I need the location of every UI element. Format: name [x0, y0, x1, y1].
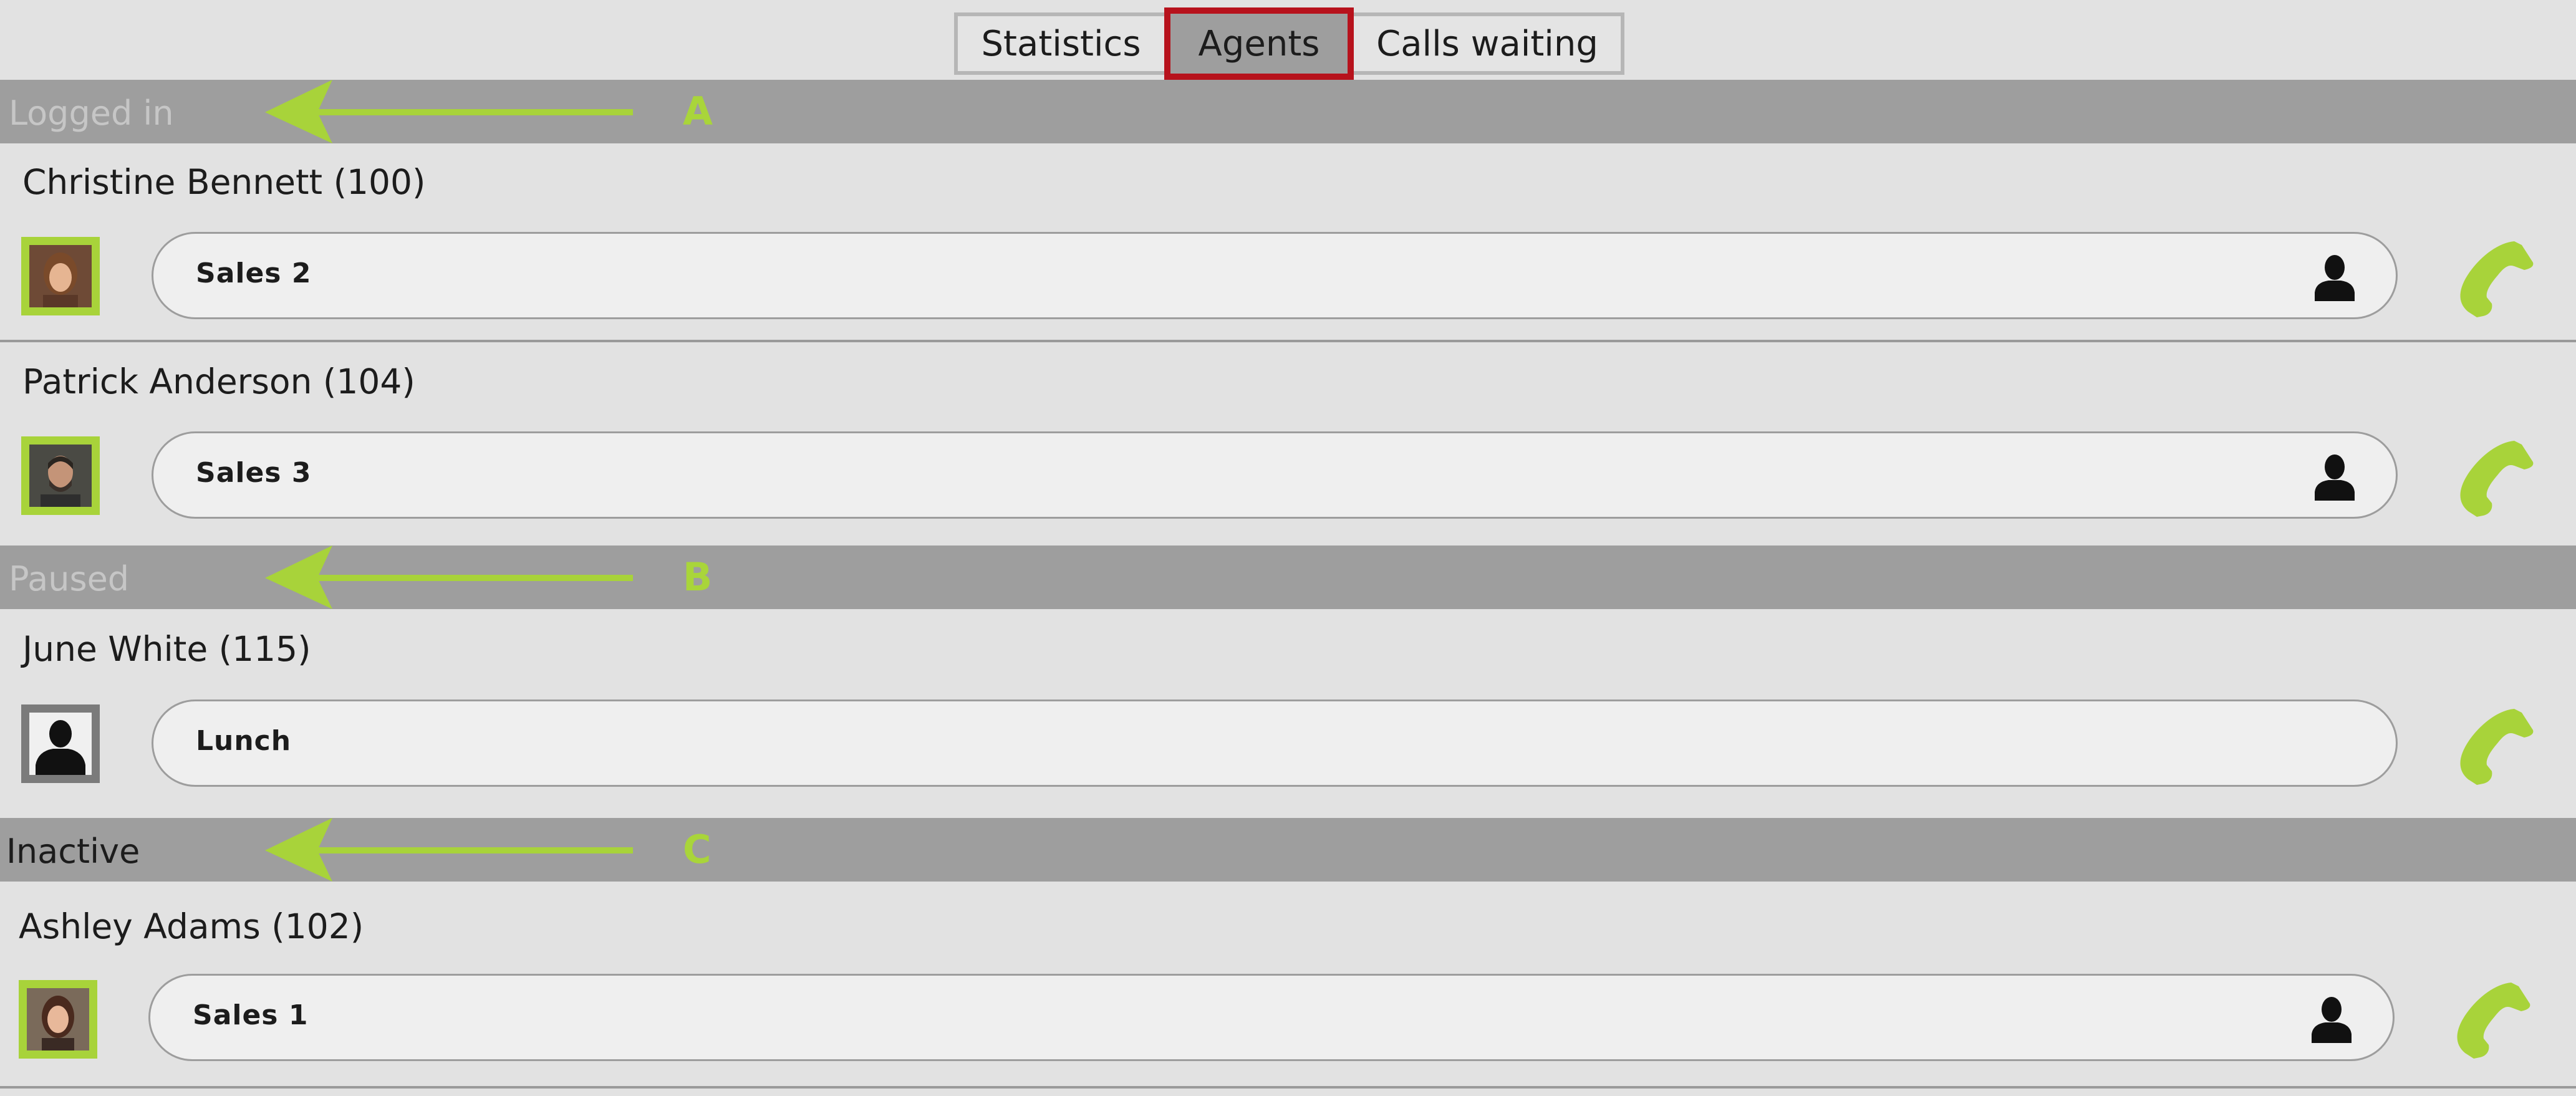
agent-status-label: Sales 1 [193, 999, 309, 1031]
phone-call-icon[interactable] [2448, 975, 2535, 1062]
agent-status-label: Sales 2 [196, 257, 312, 289]
section-title: Inactive [6, 832, 140, 871]
annotation-arrow-icon [265, 818, 633, 882]
section-title: Logged in [9, 94, 174, 133]
photo-man-icon [21, 436, 100, 515]
annotation-arrow-icon [265, 546, 633, 609]
tab-statistics[interactable]: Statistics [954, 12, 1164, 75]
agent-status-label: Sales 3 [196, 457, 312, 489]
row-divider [0, 340, 2576, 342]
agent-name: Patrick Anderson (104) [22, 362, 415, 401]
agent-status-field[interactable]: Lunch [152, 699, 2398, 787]
section-header-inactive: Inactive C [0, 818, 2576, 882]
agent-status-label: Lunch [196, 725, 292, 757]
agent-name: June White (115) [22, 629, 311, 669]
section-title: Paused [9, 559, 130, 598]
agent-name: Christine Bennett (100) [22, 162, 426, 202]
row-divider [0, 1086, 2576, 1089]
agent-row: June White (115) Lunch [0, 609, 2576, 815]
annotation-label: B [683, 554, 713, 600]
agent-row: Christine Bennett (100) Sales 2 [0, 143, 2576, 343]
section-header-logged-in: Logged in A [0, 80, 2576, 143]
section-header-paused: Paused B [0, 546, 2576, 609]
annotation-label: A [683, 89, 713, 134]
tab-calls-waiting[interactable]: Calls waiting [1354, 12, 1624, 75]
agent-row: Ashley Adams (102) Sales 1 [0, 882, 2576, 1087]
photo-woman-icon [21, 237, 100, 315]
agent-status-field[interactable]: Sales 2 [152, 232, 2398, 319]
view-tabs: Statistics Agents Calls waiting [954, 7, 1624, 80]
queue-member-icon [2312, 997, 2352, 1043]
queue-member-icon [2315, 255, 2355, 301]
photo-woman-icon [19, 980, 97, 1059]
agent-row: Patrick Anderson (104) Sales 3 [0, 343, 2576, 542]
agent-name: Ashley Adams (102) [19, 906, 364, 946]
phone-call-icon[interactable] [2451, 701, 2538, 789]
tab-agents[interactable]: Agents [1164, 7, 1354, 80]
phone-call-icon[interactable] [2451, 433, 2538, 521]
annotation-arrow-icon [265, 80, 633, 143]
queue-member-icon [2315, 454, 2355, 501]
phone-call-icon[interactable] [2451, 234, 2538, 321]
default-user-icon [21, 704, 100, 783]
agent-status-field[interactable]: Sales 3 [152, 431, 2398, 519]
agent-status-field[interactable]: Sales 1 [148, 974, 2395, 1061]
annotation-label: C [683, 827, 712, 872]
